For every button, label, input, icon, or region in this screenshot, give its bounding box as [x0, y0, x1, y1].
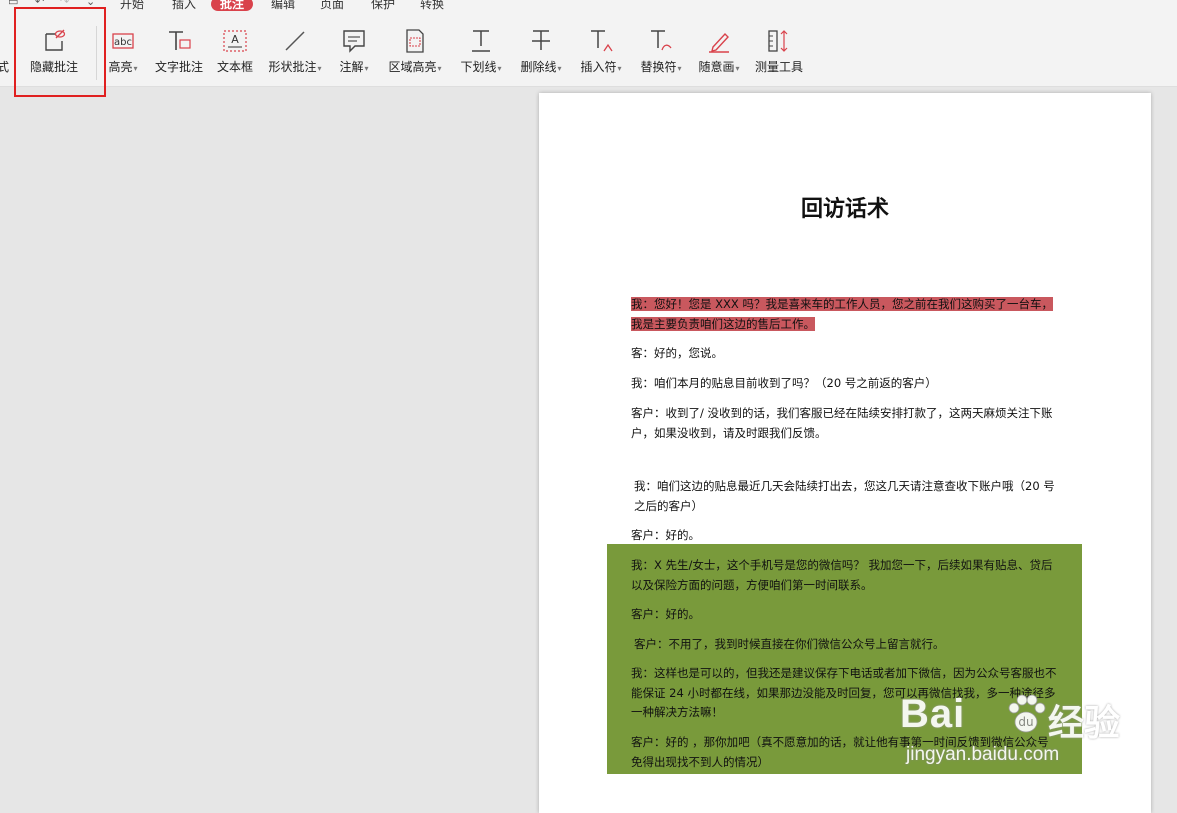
- replace-dropdown-arrow[interactable]: ▾: [678, 64, 682, 73]
- menu-bar: ▭ ↶ ↷ ⌄ 开始 插入 批注 编辑 页面 保护 转换: [0, 0, 1177, 12]
- shape-comment-dropdown-arrow[interactable]: ▾: [318, 64, 322, 73]
- underline-icon: [472, 30, 490, 52]
- freehand-label: 随意画: [698, 60, 735, 74]
- textbox-button[interactable]: A 文本框: [214, 12, 256, 86]
- text-comment-label: 文字批注: [154, 60, 203, 74]
- svg-text:du: du: [1018, 715, 1033, 729]
- underline-dropdown-arrow[interactable]: ▾: [498, 64, 502, 73]
- highlight-button[interactable]: abc 高亮▾: [104, 12, 142, 86]
- tab-start[interactable]: 开始: [120, 0, 144, 11]
- replace-icon: [651, 30, 672, 51]
- watermark-brand: Bai: [900, 692, 966, 736]
- paragraph-3: 我：咱们本月的贴息目前收到了吗？（20 号之前返的客户）: [631, 376, 937, 390]
- strikethrough-dropdown-arrow[interactable]: ▾: [558, 64, 562, 73]
- measure-button[interactable]: 测量工具: [752, 12, 806, 86]
- note-icon: [343, 30, 365, 53]
- insert-caret-button[interactable]: 插入符▾: [577, 12, 625, 86]
- note-dropdown-arrow[interactable]: ▾: [365, 64, 369, 73]
- area-highlight-label: 区域高亮: [388, 60, 437, 74]
- tab-annotate[interactable]: 批注: [211, 0, 254, 11]
- insert-caret-icon: [591, 30, 613, 52]
- paw-logo-icon: du: [1008, 694, 1046, 733]
- callout-highlight-box: [14, 7, 106, 97]
- freehand-pen-icon: [709, 32, 729, 53]
- watermark-brand-tail: 经验: [1048, 703, 1121, 744]
- shape-comment-icon: [285, 31, 305, 51]
- textbox-label: 文本框: [216, 60, 253, 74]
- tab-protect[interactable]: 保护: [371, 0, 395, 11]
- paragraph-5: 我：咱们这边的贴息最近几天会陆续打出去，您这几天请注意查收下账户哦（20 号之后…: [634, 479, 1055, 513]
- text-comment-icon: [169, 31, 191, 50]
- strikethrough-icon: [532, 30, 550, 50]
- area-highlight-icon: [406, 29, 424, 53]
- paragraph-1: 我：您好！您是 XXX 吗？我是喜来车的工作人员，您之前在我们这购买了一台车，我…: [631, 295, 1057, 334]
- insert-caret-label: 插入符: [580, 60, 617, 74]
- underline-button[interactable]: 下划线▾: [455, 12, 507, 86]
- area-highlight-button[interactable]: 区域高亮▾: [384, 12, 446, 86]
- watermark: Bai du 经验 jingyan.baidu.com: [900, 690, 1130, 780]
- underline-label: 下划线: [460, 60, 497, 74]
- paragraph-2: 客：好的，您说。: [631, 346, 723, 360]
- strikethrough-button[interactable]: 删除线▾: [515, 12, 567, 86]
- paragraph-8: 客户：好的。: [631, 607, 700, 621]
- paragraph-9: 客户：不用了，我到时候直接在你们微信公众号上留言就行。: [634, 637, 945, 651]
- note-button[interactable]: 注解▾: [334, 12, 374, 86]
- red-highlight-annotation[interactable]: 我：您好！您是 XXX 吗？我是喜来车的工作人员，您之前在我们这购买了一台车，我…: [631, 297, 1053, 331]
- freehand-dropdown-arrow[interactable]: ▾: [736, 64, 740, 73]
- tab-convert[interactable]: 转换: [420, 0, 444, 11]
- insert-caret-dropdown-arrow[interactable]: ▾: [618, 64, 622, 73]
- paragraph-4: 客户：收到了/ 没收到的话，我们客服已经在陆续安排打款了，这两天麻烦关注下账户，…: [631, 406, 1053, 440]
- paragraph-6: 客户：好的。: [631, 528, 700, 542]
- shape-comment-button[interactable]: 形状批注▾: [265, 12, 325, 86]
- tab-page[interactable]: 页面: [320, 0, 344, 11]
- tab-insert[interactable]: 插入: [172, 0, 196, 11]
- svg-text:A: A: [231, 33, 239, 46]
- replace-label: 替换符: [640, 60, 677, 74]
- document-title: 回访话术: [800, 197, 889, 222]
- strikethrough-label: 删除线: [520, 60, 557, 74]
- paragraph-7: 我：X 先生/女士，这个手机号是您的微信吗？ 我加您一下，后续如果有贴息、贷后以…: [631, 558, 1053, 592]
- measure-label: 测量工具: [754, 60, 803, 74]
- freehand-button[interactable]: 随意画▾: [695, 12, 743, 86]
- area-highlight-dropdown-arrow[interactable]: ▾: [438, 64, 442, 73]
- watermark-url: jingyan.baidu.com: [906, 744, 1060, 765]
- annotate-toolbar: 式 隐藏批注 abc 高亮▾ 文字批注 A 文本框 形状批注▾ 注解▾ 区域高亮…: [0, 12, 1177, 87]
- text-comment-button[interactable]: 文字批注: [152, 12, 206, 86]
- note-label: 注解: [339, 60, 364, 74]
- shape-comment-label: 形状批注: [268, 60, 317, 74]
- replace-button[interactable]: 替换符▾: [636, 12, 686, 86]
- highlight-dropdown-arrow[interactable]: ▾: [134, 64, 138, 73]
- highlight-icon: abc: [112, 33, 134, 49]
- measure-icon: [768, 30, 788, 52]
- partial-tool[interactable]: 式: [0, 12, 12, 86]
- highlight-label: 高亮: [108, 60, 133, 74]
- partial-tool-label: 式: [0, 60, 9, 74]
- textbox-icon: A: [223, 30, 247, 52]
- svg-text:abc: abc: [114, 37, 132, 48]
- tab-edit[interactable]: 编辑: [271, 0, 295, 11]
